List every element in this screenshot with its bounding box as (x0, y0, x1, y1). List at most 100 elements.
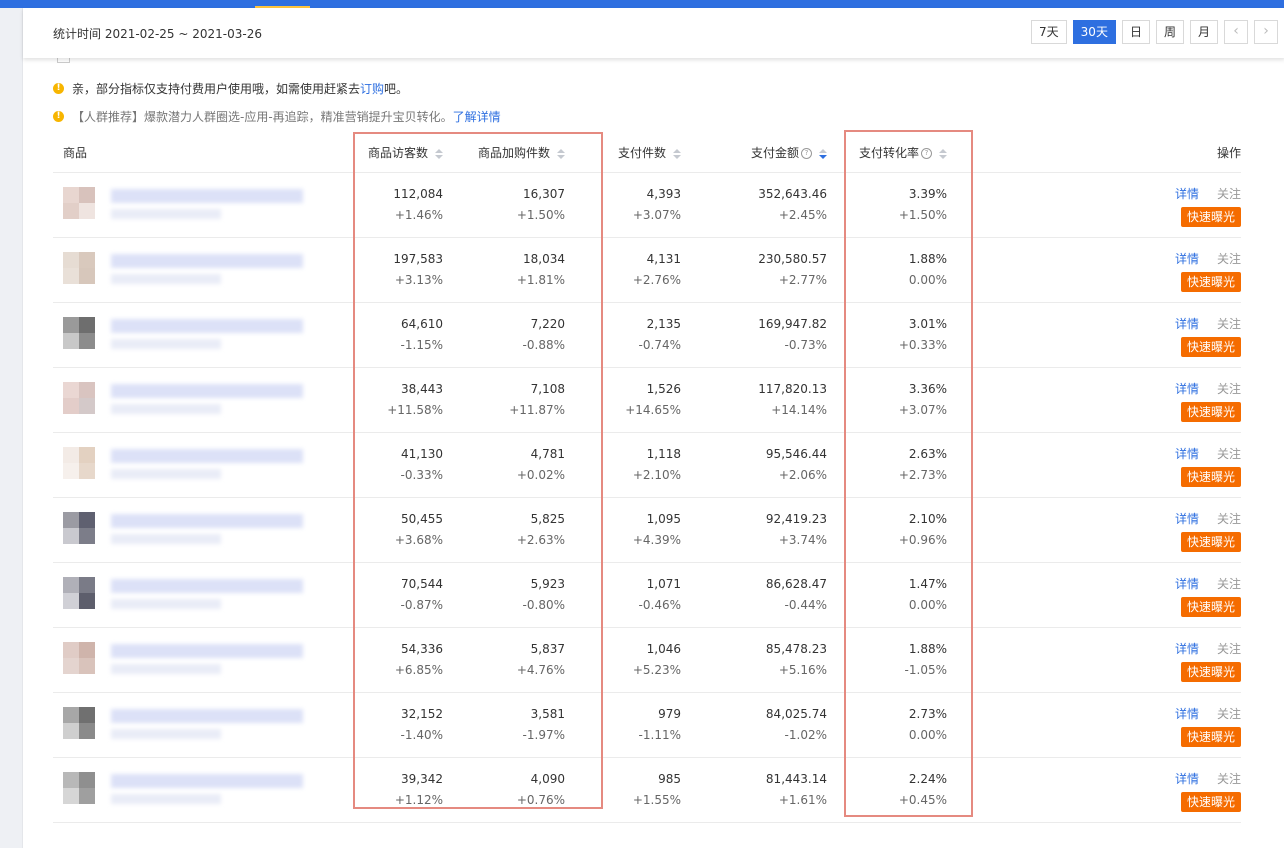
detail-link[interactable]: 详情 (1175, 187, 1199, 201)
quick-exposure-button[interactable]: 快速曝光 (1180, 466, 1241, 487)
product-title-obscured[interactable] (111, 189, 303, 203)
learn-more-link[interactable]: 了解详情 (453, 108, 501, 125)
period-7d-button[interactable]: 7天 (1031, 20, 1067, 44)
detail-link[interactable]: 详情 (1175, 382, 1199, 396)
paid-qty-cell-value: 1,071 (646, 577, 681, 591)
product-thumbnail[interactable] (63, 707, 97, 741)
product-cell[interactable] (53, 497, 353, 563)
follow-link[interactable]: 关注 (1217, 642, 1241, 656)
paid-amount-cell: 81,443.14 +1.61% (681, 757, 827, 823)
product-cell[interactable] (53, 627, 353, 693)
product-title-obscured[interactable] (111, 644, 303, 658)
follow-link[interactable]: 关注 (1217, 512, 1241, 526)
product-title-obscured[interactable] (111, 774, 303, 788)
product-thumbnail[interactable] (63, 577, 97, 611)
cart-cell-change: +2.63% (516, 533, 565, 547)
col-visitors[interactable]: 商品访客数 (353, 133, 443, 173)
product-title-obscured[interactable] (111, 254, 303, 268)
paid-qty-cell-value: 1,118 (646, 447, 681, 461)
period-month-button[interactable]: 月 (1189, 20, 1218, 44)
help-icon[interactable]: ? (921, 148, 932, 159)
quick-exposure-button[interactable]: 快速曝光 (1180, 596, 1241, 617)
product-cell[interactable] (53, 237, 353, 303)
detail-link[interactable]: 详情 (1175, 707, 1199, 721)
conversion-cell-value: 2.24% (908, 772, 947, 786)
sort-icon[interactable] (435, 148, 443, 159)
ops-cell: 详情 关注 快速曝光 (947, 237, 1241, 303)
product-cell[interactable] (53, 432, 353, 498)
quick-exposure-button[interactable]: 快速曝光 (1180, 531, 1241, 552)
product-thumbnail[interactable] (63, 642, 97, 676)
quick-exposure-button[interactable]: 快速曝光 (1180, 336, 1241, 357)
sort-icon[interactable] (673, 148, 681, 159)
product-title-obscured[interactable] (111, 579, 303, 593)
subscribe-link[interactable]: 订购 (360, 80, 384, 97)
chevron-right-icon[interactable]: › (1254, 20, 1278, 44)
follow-link[interactable]: 关注 (1217, 447, 1241, 461)
cart-cell-value: 5,825 (530, 512, 565, 526)
product-subtitle-obscured (111, 404, 221, 414)
col-cart[interactable]: 商品加购件数 (443, 133, 565, 173)
product-cell[interactable] (53, 757, 353, 823)
product-thumbnail[interactable] (63, 317, 97, 351)
col-conversion[interactable]: 支付转化率? (827, 133, 947, 173)
cart-cell: 4,090 +0.76% (443, 757, 565, 823)
col-paid-amount[interactable]: 支付金额? (681, 133, 827, 173)
quick-exposure-button[interactable]: 快速曝光 (1180, 401, 1241, 422)
product-thumbnail[interactable] (63, 772, 97, 806)
product-cell[interactable] (53, 367, 353, 433)
paid-qty-cell: 2,135 -0.74% (565, 302, 681, 368)
detail-link[interactable]: 详情 (1175, 252, 1199, 266)
follow-link[interactable]: 关注 (1217, 317, 1241, 331)
detail-link[interactable]: 详情 (1175, 317, 1199, 331)
follow-link[interactable]: 关注 (1217, 772, 1241, 786)
sort-icon[interactable] (819, 148, 827, 159)
follow-link[interactable]: 关注 (1217, 577, 1241, 591)
product-cell[interactable] (53, 302, 353, 368)
detail-link[interactable]: 详情 (1175, 577, 1199, 591)
visitors-cell-value: 38,443 (401, 382, 443, 396)
detail-link[interactable]: 详情 (1175, 512, 1199, 526)
product-thumbnail[interactable] (63, 382, 97, 416)
follow-link[interactable]: 关注 (1217, 382, 1241, 396)
product-title-obscured[interactable] (111, 384, 303, 398)
conversion-cell-change: 0.00% (908, 598, 947, 612)
follow-link[interactable]: 关注 (1217, 187, 1241, 201)
product-title-obscured[interactable] (111, 319, 303, 333)
period-week-button[interactable]: 周 (1155, 20, 1184, 44)
product-title-obscured[interactable] (111, 514, 303, 528)
quick-exposure-button[interactable]: 快速曝光 (1180, 726, 1241, 747)
product-cell[interactable] (53, 692, 353, 758)
detail-link[interactable]: 详情 (1175, 772, 1199, 786)
product-cell[interactable] (53, 562, 353, 628)
paid-amount-cell-value: 352,643.46 (758, 187, 827, 201)
product-thumbnail[interactable] (63, 447, 97, 481)
detail-link[interactable]: 详情 (1175, 447, 1199, 461)
period-30d-button[interactable]: 30天 (1072, 20, 1116, 44)
detail-link[interactable]: 详情 (1175, 642, 1199, 656)
product-thumbnail[interactable] (63, 187, 97, 221)
product-thumbnail[interactable] (63, 252, 97, 286)
paid-amount-cell: 84,025.74 -1.02% (681, 692, 827, 758)
quick-exposure-button[interactable]: 快速曝光 (1180, 661, 1241, 682)
quick-exposure-button[interactable]: 快速曝光 (1180, 271, 1241, 292)
visitors-cell: 70,544 -0.87% (353, 562, 443, 628)
sort-icon[interactable] (939, 148, 947, 159)
col-paid-qty[interactable]: 支付件数 (565, 133, 681, 173)
paid-amount-cell-value: 95,546.44 (765, 447, 827, 461)
follow-link[interactable]: 关注 (1217, 252, 1241, 266)
help-icon[interactable]: ? (801, 148, 812, 159)
product-cell[interactable] (53, 172, 353, 238)
table-row: 50,455 +3.68% 5,825 +2.63% 1,095 +4.39% … (53, 497, 1241, 563)
chevron-left-icon[interactable]: ‹ (1224, 20, 1248, 44)
visitors-cell-change: +1.46% (394, 208, 443, 222)
quick-exposure-button[interactable]: 快速曝光 (1180, 206, 1241, 227)
follow-link[interactable]: 关注 (1217, 707, 1241, 721)
quick-exposure-button[interactable]: 快速曝光 (1180, 791, 1241, 812)
product-title-obscured[interactable] (111, 709, 303, 723)
product-thumbnail[interactable] (63, 512, 97, 546)
sort-icon[interactable] (557, 148, 565, 159)
product-title-obscured[interactable] (111, 449, 303, 463)
period-day-button[interactable]: 日 (1121, 20, 1150, 44)
paid-amount-cell-value: 169,947.82 (758, 317, 827, 331)
